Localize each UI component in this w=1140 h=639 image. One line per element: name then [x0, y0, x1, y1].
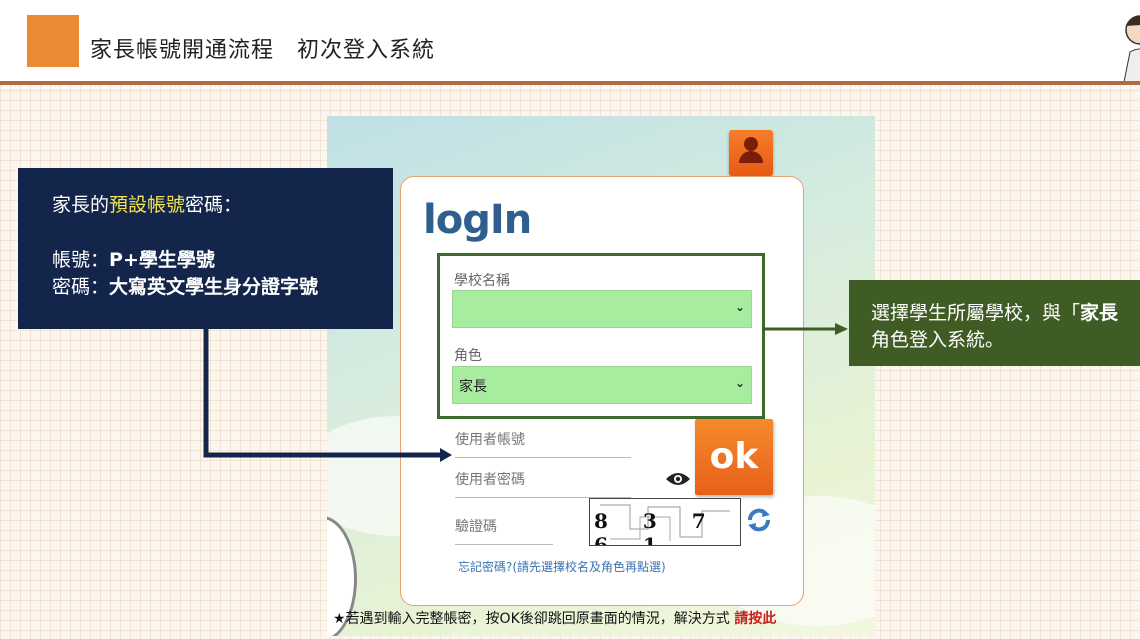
school-role-arrowhead — [835, 323, 848, 335]
credentials-arrow — [203, 329, 442, 458]
credentials-arrowhead — [440, 448, 452, 462]
callout-arrows — [203, 323, 848, 462]
